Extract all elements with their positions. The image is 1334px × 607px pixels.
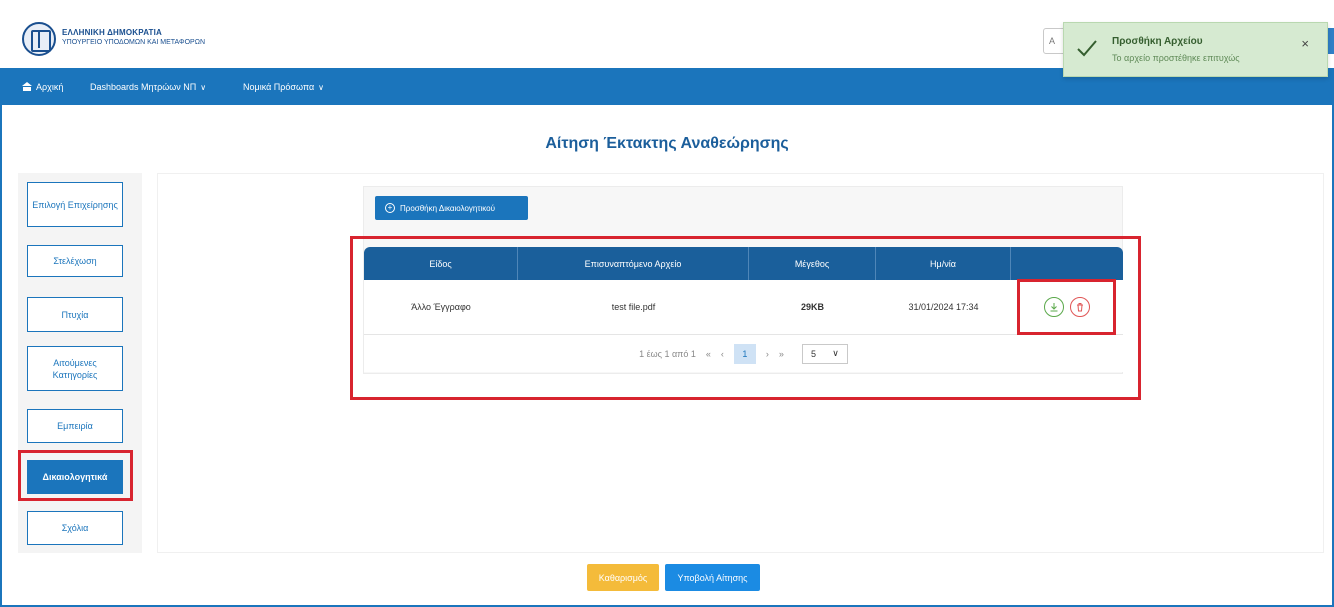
highlight-actions-box (1017, 279, 1116, 335)
success-toast: Προσθήκη Αρχείου Το αρχείο προστέθηκε επ… (1063, 22, 1328, 77)
chevron-down-icon: ∨ (318, 82, 325, 92)
check-icon (1077, 40, 1097, 57)
page-title: Αίτηση Έκτακτης Αναθεώρησης (545, 135, 789, 152)
nav-legal-entities[interactable]: Νομικά Πρόσωπα ∨ (243, 82, 324, 92)
sidebar-item-categories[interactable]: Αιτούμενες Κατηγορίες (27, 346, 123, 391)
ministry-name: ΥΠΟΥΡΓΕΙΟ ΥΠΟΔΟΜΩΝ ΚΑΙ ΜΕΤΑΦΟΡΩΝ (62, 39, 206, 46)
org-name: ΕΛΛΗΝΙΚΗ ΔΗΜΟΚΡΑΤΙΑ (62, 28, 162, 37)
sidebar-item-experience[interactable]: Εμπειρία (27, 409, 123, 443)
sidebar-item-company[interactable]: Επιλογή Επιχείρησης (27, 182, 123, 227)
toast-title: Προσθήκη Αρχείου (1112, 36, 1203, 47)
nav-legal-entities-label: Νομικά Πρόσωπα (243, 82, 315, 92)
nav-dashboards[interactable]: Dashboards Μητρώων ΝΠ ∨ (90, 82, 206, 92)
chevron-down-icon: ∨ (200, 82, 207, 92)
sidebar-item-comments[interactable]: Σχόλια (27, 511, 123, 545)
toast-message: Το αρχείο προστέθηκε επιτυχώς (1112, 53, 1240, 63)
nav-dashboards-label: Dashboards Μητρώων ΝΠ (90, 82, 197, 92)
add-document-label: Προσθήκη Δικαιολογητικού (400, 203, 496, 213)
sidebar-item-staffing[interactable]: Στελέχωση (27, 245, 123, 277)
close-icon[interactable]: × (1301, 36, 1309, 51)
nav-home[interactable]: Αρχική (22, 82, 63, 92)
coat-of-arms-logo (22, 22, 56, 56)
nav-home-label: Αρχική (36, 82, 64, 92)
sidebar-item-degrees[interactable]: Πτυχία (27, 297, 123, 332)
highlight-sidebar-box (18, 450, 133, 501)
plus-circle-icon: + (385, 203, 395, 213)
add-document-button[interactable]: + Προσθήκη Δικαιολογητικού (375, 196, 528, 220)
submit-application-button[interactable]: Υποβολή Αίτησης (665, 564, 760, 591)
clear-button[interactable]: Καθαρισμός (587, 564, 659, 591)
bank-icon (22, 82, 32, 91)
